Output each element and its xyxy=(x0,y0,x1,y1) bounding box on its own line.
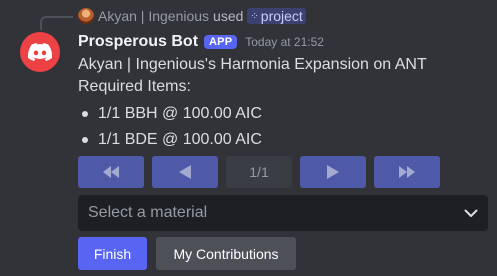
my-contributions-button[interactable]: My Contributions xyxy=(156,237,296,270)
command-name: project xyxy=(260,8,303,24)
command-chip[interactable]: ⁘ project xyxy=(247,8,306,24)
finish-button[interactable]: Finish xyxy=(78,237,147,270)
first-page-icon xyxy=(103,166,119,178)
user-mini-avatar[interactable] xyxy=(78,8,94,24)
list-item: 1/1 BDE @ 100.00 AIC xyxy=(78,127,427,153)
next-page-button[interactable] xyxy=(300,156,366,188)
chevron-down-icon xyxy=(464,209,478,217)
reply-spine xyxy=(40,16,73,30)
list-item-text: 1/1 BBH @ 100.00 AIC xyxy=(98,105,262,122)
last-page-icon xyxy=(399,166,415,178)
page-indicator: 1/1 xyxy=(226,156,292,188)
list-item-text: 1/1 BDE @ 100.00 AIC xyxy=(98,131,262,148)
bot-message: Akyan | Ingenious used ⁘ project Prosper… xyxy=(0,0,497,276)
message-header: Prosperous Bot APP Today at 21:52 xyxy=(78,32,324,52)
prev-page-icon xyxy=(179,165,191,179)
interaction-username[interactable]: Akyan | Ingenious xyxy=(98,8,209,24)
pagination-row: 1/1 xyxy=(78,156,440,188)
action-buttons: Finish My Contributions xyxy=(78,237,296,270)
required-items-list: 1/1 BBH @ 100.00 AIC 1/1 BDE @ 100.00 AI… xyxy=(78,101,427,153)
bot-avatar[interactable] xyxy=(20,32,60,72)
command-grid-icon: ⁘ xyxy=(250,10,259,22)
bullet-icon xyxy=(82,111,88,117)
list-item: 1/1 BBH @ 100.00 AIC xyxy=(78,101,427,127)
prev-page-button[interactable] xyxy=(152,156,218,188)
material-select[interactable]: Select a material xyxy=(78,195,488,231)
app-badge: APP xyxy=(204,35,238,49)
message-title-line: Akyan | Ingenious's Harmonia Expansion o… xyxy=(78,56,427,73)
discord-logo-icon xyxy=(28,43,52,61)
first-page-button[interactable] xyxy=(78,156,144,188)
select-placeholder: Select a material xyxy=(88,204,208,221)
bullet-icon xyxy=(82,137,88,143)
interaction-line: Akyan | Ingenious used ⁘ project xyxy=(78,6,306,26)
interaction-verb: used xyxy=(213,8,244,24)
message-timestamp: Today at 21:52 xyxy=(245,35,324,49)
bot-username[interactable]: Prosperous Bot xyxy=(78,33,198,51)
required-items-label: Required Items: xyxy=(78,78,191,95)
next-page-icon xyxy=(327,165,339,179)
last-page-button[interactable] xyxy=(374,156,440,188)
message-content: Akyan | Ingenious's Harmonia Expansion o… xyxy=(78,54,427,153)
